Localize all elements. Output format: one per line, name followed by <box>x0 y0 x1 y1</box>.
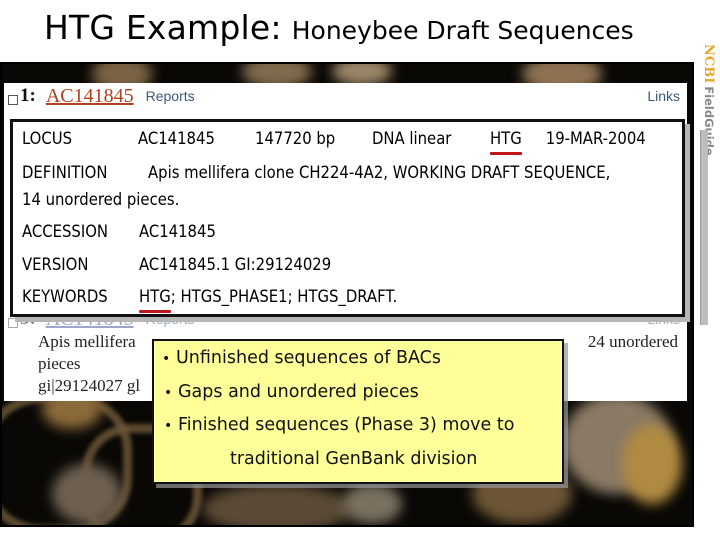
accession-line: ACCESSION AC141845 <box>22 222 216 241</box>
definition-key: DEFINITION <box>22 163 108 182</box>
locus-length: 147720 bp <box>255 129 336 148</box>
version-key: VERSION <box>22 255 89 274</box>
version-value: AC141845.1 GI:29124029 <box>139 255 332 274</box>
genbank-record-box: LOCUS AC141845 147720 bp DNA linear HTG … <box>10 119 685 317</box>
reports-link[interactable]: Reports <box>146 88 195 104</box>
definition-text-2: 14 unordered pieces. <box>22 190 180 209</box>
htg-notes-callout: • Unfinished sequences of BACs • Gaps an… <box>152 339 564 484</box>
definition-line: DEFINITION Apis mellifera clone CH224-4A… <box>22 163 610 182</box>
locus-name: AC141845 <box>138 129 215 148</box>
locus-line: LOCUS AC141845 147720 bp DNA linear HTG … <box>22 129 646 155</box>
bullet-icon: • <box>164 418 173 434</box>
version-line: VERSION AC141845.1 GI:29124029 <box>22 255 331 274</box>
bullet-item: • Unfinished sequences of BACs <box>162 348 441 370</box>
keywords-line: KEYWORDS HTG ; HTGS_PHASE1; HTGS_DRAFT. <box>22 287 398 313</box>
keywords-rest: ; HTGS_PHASE1; HTGS_DRAFT. <box>170 287 398 306</box>
locus-key: LOCUS <box>22 129 73 148</box>
bullet-text: Gaps and unordered pieces <box>178 382 419 402</box>
record-number: 1: <box>20 85 36 106</box>
gi-line: gi|29124027 gl <box>38 376 141 395</box>
bullet-icon: • <box>162 351 171 367</box>
accession-link[interactable]: AC141845 <box>46 85 134 108</box>
bullet-text: Finished sequences (Phase 3) move to <box>178 415 515 435</box>
keywords-key: KEYWORDS <box>22 287 108 306</box>
bullet-item: • Gaps and unordered pieces <box>164 382 419 404</box>
bullet-continuation: traditional GenBank division <box>230 449 478 469</box>
links-link[interactable]: Links <box>647 88 680 104</box>
description-end: 24 unordered <box>587 332 678 351</box>
accession-key: ACCESSION <box>22 222 108 241</box>
locus-division-htg: HTG <box>490 129 522 155</box>
keyword-htg: HTG <box>139 287 171 313</box>
record-1-checkbox[interactable] <box>8 95 18 105</box>
result-record-1: 1: AC141845 Reports Links <box>8 85 686 107</box>
scrollbar-track[interactable] <box>700 130 708 325</box>
locus-type: DNA linear <box>372 129 452 148</box>
locus-date: 19-MAR-2004 <box>545 129 646 148</box>
definition-continuation: 14 unordered pieces. <box>22 190 179 209</box>
record-3-checkbox[interactable] <box>8 318 18 328</box>
bullet-item: • Finished sequences (Phase 3) move to <box>164 415 514 437</box>
slide-title-sub: Honeybee Draft Sequences <box>291 16 634 45</box>
slide-title: HTG Example: Honeybee Draft Sequences <box>44 8 634 52</box>
bullet-icon: • <box>164 385 173 401</box>
description-start: Apis mellifera <box>38 332 136 351</box>
description-line-2: pieces <box>38 354 81 373</box>
definition-text-1: Apis mellifera clone CH224-4A2, WORKING … <box>148 163 611 182</box>
ncbi-logo: NCBI <box>701 44 716 84</box>
bullet-text: Unfinished sequences of BACs <box>176 348 441 368</box>
slide-title-main: HTG Example: <box>44 8 282 47</box>
accession-value: AC141845 <box>139 222 216 241</box>
